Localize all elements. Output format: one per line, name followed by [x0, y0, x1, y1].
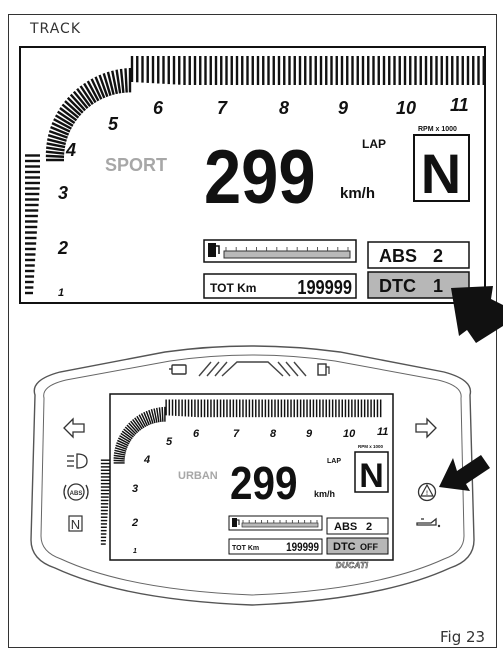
fuel-gauge [203, 239, 357, 263]
odometer-label: TOT Km [210, 281, 256, 295]
rpm-tick-label: 10 [396, 98, 416, 118]
rpm-tick-label: 11 [377, 426, 388, 438]
gear-indicator: N [359, 457, 384, 495]
rpm-tick-label: 7 [233, 428, 240, 440]
pointer-arrow-icon [439, 455, 490, 491]
rpm-tick-label: 6 [153, 98, 164, 118]
abs-label: ABS [334, 521, 357, 533]
oil-pressure-icon [416, 517, 441, 528]
rpm-tick-label: 11 [450, 95, 469, 115]
fuel-reserve-icon [317, 363, 330, 376]
dtc-level: 1 [433, 276, 443, 296]
dashboard-illustration: 1 2 3 4 5 6 7 8 9 10 11 RPM x 1000 SPORT… [19, 46, 503, 606]
riding-mode: URBAN [178, 470, 218, 482]
rpm-tick-label: 3 [58, 183, 68, 203]
left-turn-icon [63, 417, 85, 439]
dtc-level: OFF [360, 542, 378, 552]
rpm-tick-label: 6 [193, 428, 200, 440]
odometer-value: 199999 [297, 275, 352, 298]
brand-logo: DUCATI [336, 561, 369, 570]
abs-level: 2 [433, 246, 443, 266]
svg-text:!: ! [426, 491, 428, 497]
rpm-tick-label: 3 [132, 483, 138, 495]
rpm-tick-label: 8 [279, 98, 289, 118]
neutral-icon: N [68, 515, 83, 532]
rpm-unit-label: RPM x 1000 [418, 126, 457, 133]
rpm-tick-label: 9 [306, 428, 313, 440]
rpm-tick-label: 2 [57, 238, 68, 258]
odometer-label: TOT Km [232, 545, 259, 552]
high-beam-icon [67, 453, 88, 469]
engine-check-icon [169, 364, 187, 375]
speed-value: 299 [204, 135, 316, 220]
rpm-tick-label: 5 [108, 114, 119, 134]
rpm-unit-label: RPM x 1000 [358, 444, 384, 449]
dtc-label: DTC [379, 276, 416, 296]
abs-label: ABS [379, 246, 417, 266]
pointer-arrow-icon [451, 286, 503, 343]
rpm-tick-label: 9 [338, 98, 348, 118]
speed-unit: km/h [340, 185, 375, 202]
lap-label: LAP [327, 458, 341, 465]
rpm-tick-label: 1 [58, 287, 64, 299]
svg-text:N: N [71, 517, 80, 532]
rpm-tick-label: 10 [343, 428, 356, 440]
abs-warning-icon: ABS [63, 483, 89, 501]
speed-value: 299 [230, 459, 298, 510]
large-display: 1 2 3 4 5 6 7 8 9 10 11 RPM x 1000 SPORT… [19, 46, 486, 304]
abs-level: 2 [366, 521, 372, 533]
odometer-value: 199999 [286, 541, 319, 554]
rpm-tick-label: 7 [217, 98, 228, 118]
svg-text:ABS: ABS [70, 491, 83, 497]
right-turn-icon [415, 417, 437, 439]
rpm-tick-label: 2 [131, 517, 138, 529]
riding-mode: SPORT [105, 155, 167, 175]
rpm-tick-label: 8 [270, 428, 277, 440]
dtc-label: DTC [333, 541, 356, 553]
hazard-warning-icon: ! [417, 482, 437, 502]
top-vent-lines [198, 361, 307, 377]
small-display: 1 2 3 4 5 6 7 8 9 10 11 RPM x 1000 URBAN… [100, 393, 394, 570]
fuel-gauge [228, 515, 323, 531]
dashboard-unit: ABS N ! 1 2 3 4 5 6 7 8 9 10 11 RPM x 10… [30, 345, 490, 606]
rpm-tick-label: 5 [166, 436, 173, 448]
lap-label: LAP [362, 137, 386, 151]
rpm-tick-label: 1 [133, 548, 137, 555]
rpm-tick-label: 4 [65, 140, 76, 160]
speed-unit: km/h [314, 489, 335, 499]
gear-indicator: N [421, 142, 461, 205]
rpm-tick-label: 4 [143, 454, 150, 466]
